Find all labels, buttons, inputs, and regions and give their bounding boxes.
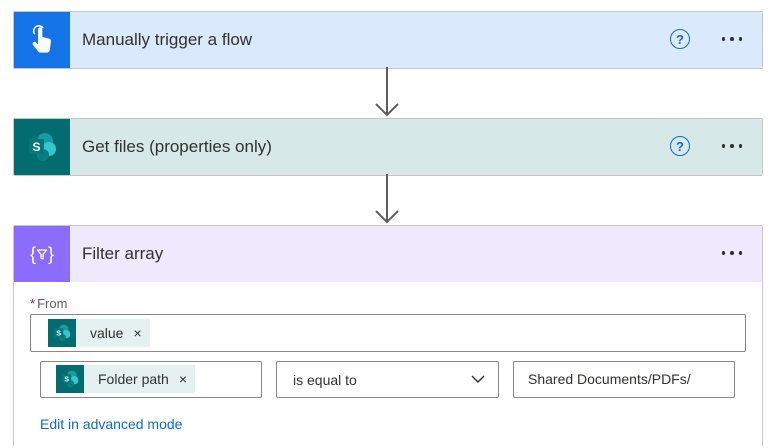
svg-text:{: { [30,244,36,264]
filter-array-card-body: * From S value × S Folder path × is equa… [14,282,762,448]
sharepoint-icon: S [48,319,76,347]
trigger-card-header[interactable]: Manually trigger a flow ? [14,12,762,68]
more-options-icon[interactable] [716,242,748,264]
svg-text:S: S [64,374,69,383]
sharepoint-icon: S [56,365,84,393]
filter-array-card-header[interactable]: { } Filter array [14,226,762,282]
condition-left-token[interactable]: S Folder path × [56,365,196,393]
from-label: * From [30,296,67,311]
arrow-down-icon [375,67,399,117]
sharepoint-icon: S [14,119,70,175]
get-files-card-header[interactable]: S Get files (properties only) ? [14,119,762,175]
more-options-icon[interactable] [716,135,748,157]
more-options-icon[interactable] [716,28,748,50]
filter-array-card-title: Filter array [82,244,164,263]
from-token-label: value [90,325,124,341]
svg-text:S: S [56,328,61,337]
condition-value-text: Shared Documents/PDFs/ [528,371,691,387]
trigger-card-title: Manually trigger a flow [82,30,253,49]
remove-token-icon[interactable]: × [179,371,187,387]
touch-hand-icon [14,12,70,68]
operator-dropdown[interactable]: is equal to [276,361,499,398]
operator-selected-value: is equal to [293,372,357,388]
help-icon[interactable]: ? [670,136,690,156]
edit-advanced-mode-link[interactable]: Edit in advanced mode [40,416,182,432]
trigger-card[interactable]: Manually trigger a flow ? [13,11,763,69]
svg-text:S: S [32,140,40,154]
from-token[interactable]: S value × [48,319,150,347]
arrow-down-icon [375,174,399,224]
condition-left-token-label: Folder path [98,371,169,387]
condition-value-input[interactable]: Shared Documents/PDFs/ [513,361,735,398]
help-icon[interactable]: ? [670,29,690,49]
get-files-card-title: Get files (properties only) [82,137,272,156]
required-marker: * [30,296,36,311]
condition-left-input[interactable]: S Folder path × [40,361,262,398]
filter-array-card[interactable]: { } Filter array * From S value × S Fold… [13,225,763,448]
svg-text:}: } [48,244,54,264]
from-label-text: From [37,296,68,311]
chevron-down-icon [471,375,485,383]
from-input[interactable]: S value × [30,314,746,352]
filter-braces-icon: { } [14,226,70,282]
remove-token-icon[interactable]: × [133,325,141,341]
get-files-card[interactable]: S Get files (properties only) ? [13,118,763,176]
